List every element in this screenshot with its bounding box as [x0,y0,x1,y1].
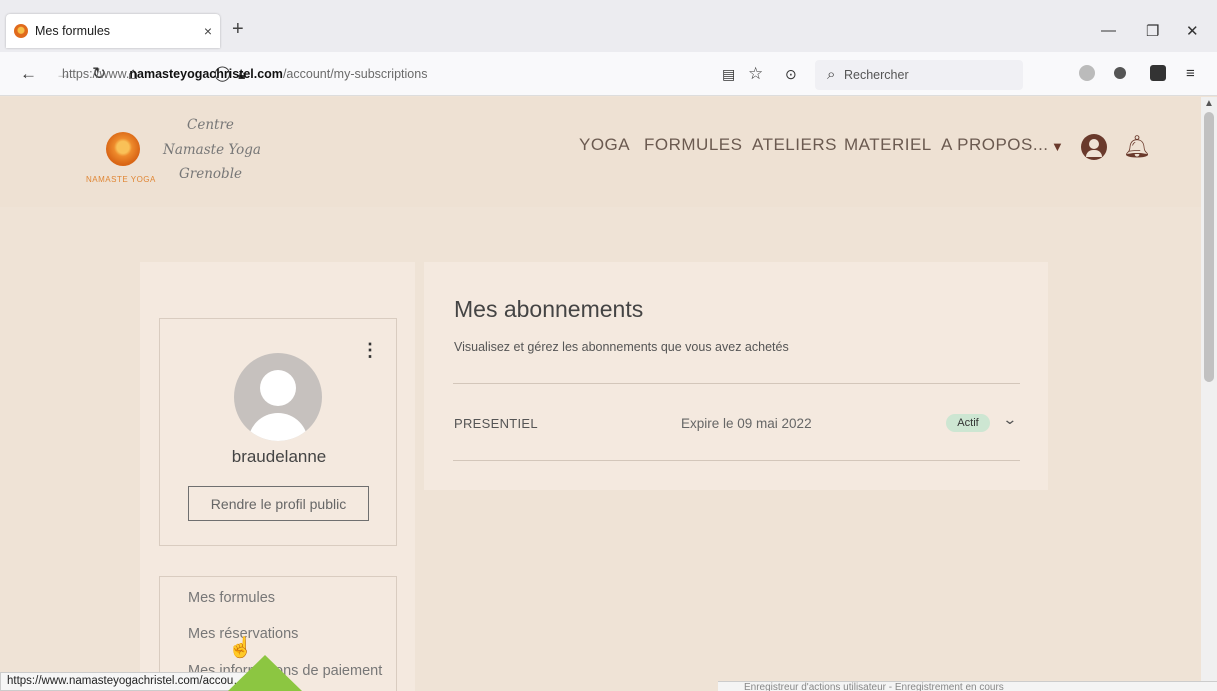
url-domain: namasteyogachristel.com [129,67,283,81]
scroll-thumb[interactable] [1204,112,1214,382]
url-path: /account/my-subscriptions [282,67,428,81]
nav-ateliers[interactable]: ATELIERS [752,135,837,155]
menu-item-mes-formules[interactable]: Mes formules [188,590,275,606]
search-placeholder: Rechercher [844,68,909,82]
reader-view-icon[interactable]: ▤ [722,64,735,84]
nav-yoga[interactable]: YOGA [579,135,630,155]
profile-username: braudelanne [231,447,327,466]
web-page: NAMASTE YOGA Centre Namaste Yoga Grenobl… [0,97,1201,691]
highlight-arrow-icon [228,655,302,691]
status-badge: Actif [946,414,990,432]
restore-icon[interactable]: ❐ [1146,22,1159,40]
pocket-icon[interactable]: ⊙ [785,64,797,84]
hamburger-menu-icon[interactable]: ≡ [1186,64,1195,84]
extension-app-icon[interactable] [1150,65,1166,81]
page-scrollbar[interactable]: ▲ [1201,97,1217,691]
more-options-icon[interactable]: ⋮ [361,341,379,359]
subscriptions-panel: Mes abonnements Visualisez et gérez les … [424,262,1048,490]
new-tab-icon[interactable]: + [232,18,244,41]
close-window-icon[interactable]: ✕ [1186,22,1199,40]
namaste-logo-icon[interactable] [106,132,140,166]
notifications-bell-icon[interactable]: 🔔︎ [1123,134,1151,160]
nav-a-propos[interactable]: A PROPOS... [941,135,1049,155]
scroll-up-icon[interactable]: ▲ [1204,98,1214,109]
minimize-icon[interactable]: — [1101,22,1116,39]
brand-line-3[interactable]: Grenoble [179,166,242,182]
hand-cursor-icon: ☝ [228,637,253,659]
back-icon[interactable]: ← [20,64,37,84]
bookmark-star-icon[interactable]: ☆ [748,64,763,84]
logo-caption: NAMASTE YOGA [86,175,156,184]
tab-strip: Mes formules × + — ❐ ✕ [0,0,1217,52]
navigation-toolbar: ← → ↻ ⌂ ◯ 🔒︎ https://www.namasteyogachri… [0,52,1217,96]
search-icon: ⌕ [827,66,836,83]
extension-people-icon[interactable] [1114,67,1126,79]
brand-line-2[interactable]: Namaste Yoga [163,142,261,158]
make-profile-public-button[interactable]: Rendre le profil public [188,486,369,521]
browser-tab[interactable]: Mes formules × [6,14,220,48]
site-favicon-icon [14,24,28,38]
nav-materiel[interactable]: MATERIEL [844,135,932,155]
tab-title: Mes formules [35,24,111,38]
account-avatar-icon[interactable] [1081,134,1107,160]
subscription-expiry: Expire le 09 mai 2022 [681,416,812,431]
recorder-taskbar: Enregistreur d'actions utilisateur - Enr… [718,681,1217,691]
divider [453,383,1020,384]
nav-formules[interactable]: FORMULES [644,135,742,155]
expand-chevron-icon[interactable]: ⌄ [1002,411,1017,428]
search-box[interactable]: ⌕ Rechercher [815,60,1023,90]
brand-line-1[interactable]: Centre [187,117,234,133]
profile-avatar-icon[interactable] [234,353,322,441]
page-subtitle: Visualisez et gérez les abonnements que … [454,340,789,354]
profile-card: ⋮ braudelanne Rendre le profil public [159,318,397,546]
address-bar[interactable]: https://www.namasteyogachristel.com/acco… [62,67,427,81]
extension-gear-icon[interactable] [1079,65,1095,81]
subscription-name: PRESENTIEL [454,416,538,431]
url-prefix: https://www. [62,67,130,81]
nav-more-chevron-icon[interactable]: ▼ [1051,139,1064,154]
tab-close-icon[interactable]: × [204,23,212,39]
site-header: NAMASTE YOGA Centre Namaste Yoga Grenobl… [0,97,1201,207]
divider [453,460,1020,461]
account-sidebar: ⋮ braudelanne Rendre le profil public Me… [140,262,415,691]
page-title: Mes abonnements [454,296,644,322]
